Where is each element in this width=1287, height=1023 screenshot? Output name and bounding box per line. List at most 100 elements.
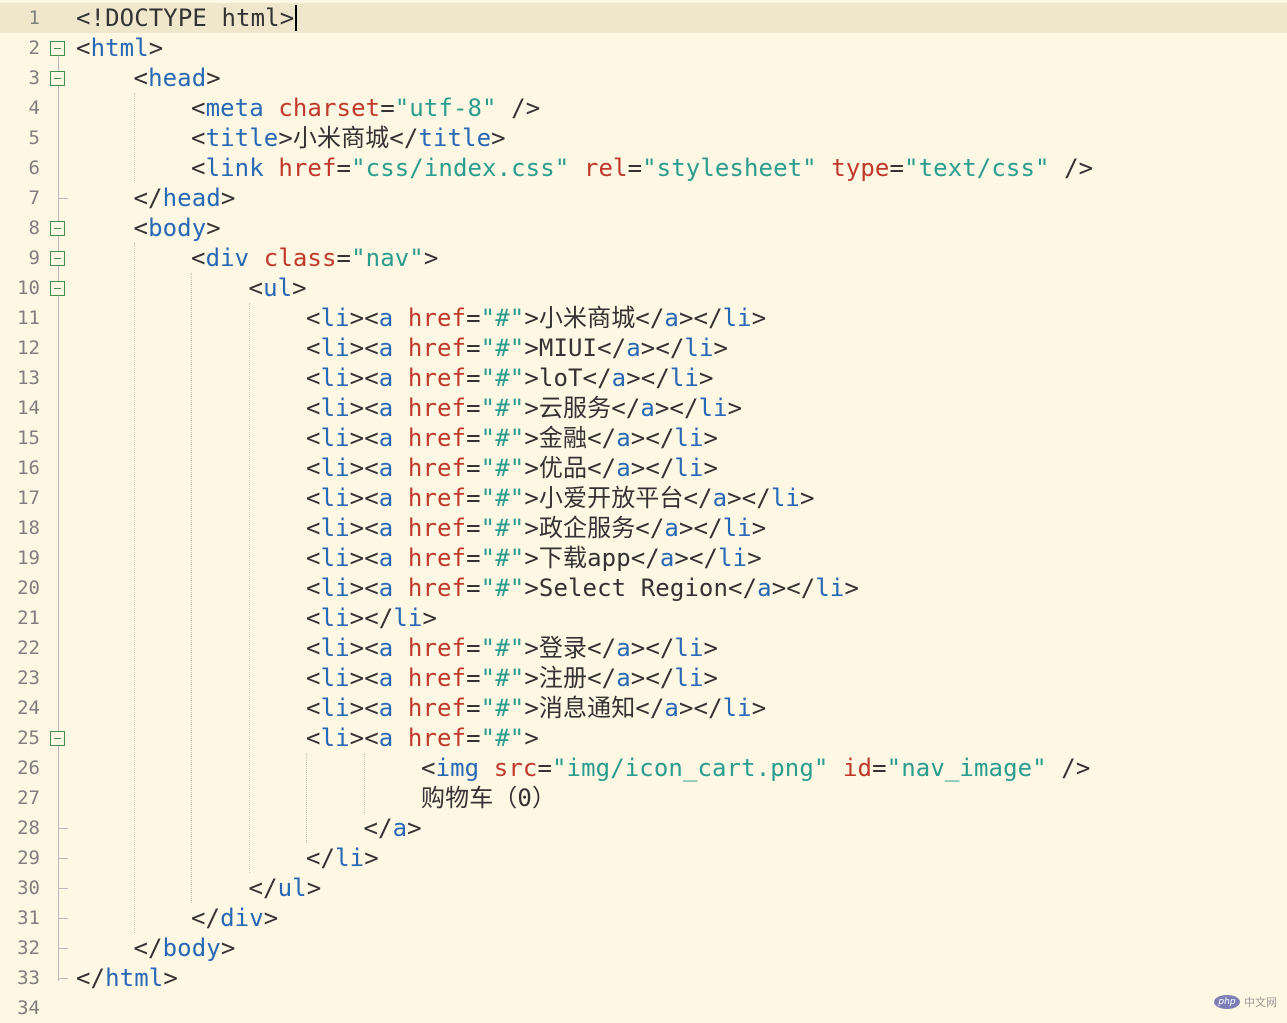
code-line[interactable]: 29 </li>	[0, 843, 1287, 873]
line-number: 7	[28, 187, 40, 209]
line-code: <li><a href="#">MIUI</a></li>	[306, 333, 728, 363]
code-line[interactable]: 28 </a>	[0, 813, 1287, 843]
code-token: </	[133, 934, 163, 962]
code-line[interactable]: 2 <html>	[0, 33, 1287, 63]
line-code: <li><a href="#">Select Region</a></li>	[306, 573, 859, 603]
code-token: li	[674, 424, 704, 452]
code-line[interactable]: 27 购物车（0）	[0, 783, 1287, 813]
line-code: <li><a href="#">小爱开放平台</a></li>	[306, 483, 815, 513]
code-token: =	[336, 154, 352, 182]
fold-collapse-icon[interactable]	[50, 71, 65, 86]
code-token: html	[105, 964, 164, 992]
code-line[interactable]: 25 <li><a href="#">	[0, 723, 1287, 753]
code-token: >	[844, 574, 860, 602]
code-line[interactable]: 1 <!DOCTYPE html>	[0, 3, 1287, 33]
code-line[interactable]: 26 <img src="img/icon_cart.png" id="nav_i…	[0, 753, 1287, 783]
line-code: <li><a href="#">下载app</a></li>	[306, 543, 762, 573]
code-token: "#"	[480, 484, 525, 512]
code-token: <	[306, 514, 321, 542]
code-line[interactable]: 19 <li><a href="#">下载app</a></li>	[0, 543, 1287, 573]
code-line[interactable]: 33 </html>	[0, 963, 1287, 993]
code-line[interactable]: 20 <li><a href="#">Select Region</a></li>	[0, 573, 1287, 603]
code-line[interactable]: 23 <li><a href="#">注册</a></li>	[0, 663, 1287, 693]
code-token: />	[1046, 754, 1091, 782]
line-code: <html>	[76, 33, 163, 63]
code-token: >	[703, 424, 719, 452]
code-token: 小米商城	[538, 304, 636, 332]
fold-collapse-icon[interactable]	[50, 281, 65, 296]
code-line[interactable]: 16 <li><a href="#">优品</a></li>	[0, 453, 1287, 483]
code-token: />	[1049, 154, 1094, 182]
code-token: ></	[349, 604, 394, 632]
code-token: "#"	[480, 574, 525, 602]
code-line[interactable]: 10 <ul>	[0, 273, 1287, 303]
code-token: =	[537, 754, 552, 782]
code-token: <	[306, 604, 321, 632]
line-code: <li><a href="#">登录</a></li>	[306, 633, 718, 663]
code-line[interactable]: 4 <meta charset="utf-8" />	[0, 93, 1287, 123]
line-code: <ul>	[249, 273, 307, 303]
fold-collapse-icon[interactable]	[50, 251, 65, 266]
code-line[interactable]: 32 </body>	[0, 933, 1287, 963]
code-line[interactable]: 7 </head>	[0, 183, 1287, 213]
code-token: ><	[349, 544, 379, 572]
code-line[interactable]: 5 <title>小米商城</title>	[0, 123, 1287, 153]
code-line[interactable]: 24 <li><a href="#">消息通知</a></li>	[0, 693, 1287, 723]
code-token: 优品	[538, 454, 588, 482]
code-token: >	[698, 364, 714, 392]
line-number: 25	[17, 727, 40, 749]
line-code: <img src="img/icon_cart.png" id="nav_ima…	[421, 753, 1090, 783]
line-code: </html>	[76, 963, 178, 993]
code-token: =	[466, 454, 481, 482]
code-token: ><	[349, 664, 379, 692]
code-token: li	[320, 664, 350, 692]
code-editor[interactable]: php 中文网 1 <!DOCTYPE html> 2 <html> 3 <head> 4 <…	[0, 0, 1287, 1019]
code-token: </	[587, 424, 617, 452]
code-token: href	[407, 694, 467, 722]
code-token: >	[263, 904, 279, 932]
fold-collapse-icon[interactable]	[50, 41, 65, 56]
fold-collapse-icon[interactable]	[50, 221, 65, 236]
code-line[interactable]: 18 <li><a href="#">政企服务</a></li>	[0, 513, 1287, 543]
code-token: a	[626, 334, 641, 362]
code-token: </	[76, 964, 106, 992]
code-line[interactable]: 21 <li></li>	[0, 603, 1287, 633]
code-line[interactable]: 9 <div class="nav">	[0, 243, 1287, 273]
code-token: a	[378, 424, 394, 452]
code-line[interactable]: 34	[0, 993, 1287, 1023]
code-token: 云服务	[538, 394, 612, 422]
code-token: li	[698, 394, 728, 422]
code-token: >	[524, 544, 539, 572]
code-line[interactable]: 13 <li><a href="#">loT</a></li>	[0, 363, 1287, 393]
code-line[interactable]: 31 </div>	[0, 903, 1287, 933]
code-line[interactable]: 11 <li><a href="#">小米商城</a></li>	[0, 303, 1287, 333]
code-line[interactable]: 22 <li><a href="#">登录</a></li>	[0, 633, 1287, 663]
code-token: ><	[349, 364, 379, 392]
code-token: 注册	[538, 664, 588, 692]
code-token: <	[248, 274, 264, 302]
code-line[interactable]: 15 <li><a href="#">金融</a></li>	[0, 423, 1287, 453]
fold-collapse-icon[interactable]	[50, 731, 65, 746]
code-token: "css/index.css"	[351, 154, 570, 182]
code-line[interactable]: 12 <li><a href="#">MIUI</a></li>	[0, 333, 1287, 363]
code-token: >	[423, 244, 439, 272]
code-line[interactable]: 14 <li><a href="#">云服务</a></li>	[0, 393, 1287, 423]
code-token: <	[306, 334, 321, 362]
code-line[interactable]: 17 <li><a href="#">小爱开放平台</a></li>	[0, 483, 1287, 513]
code-line[interactable]: 8 <body>	[0, 213, 1287, 243]
code-line[interactable]: 3 <head>	[0, 63, 1287, 93]
code-line[interactable]: 30 </ul>	[0, 873, 1287, 903]
code-token: >	[524, 454, 539, 482]
code-token: html	[90, 34, 149, 62]
fold-end-marker	[58, 978, 68, 979]
code-token: =	[466, 574, 481, 602]
code-token: />	[496, 94, 541, 122]
code-token: </	[587, 454, 617, 482]
code-token: href	[407, 484, 467, 512]
code-line[interactable]: 6 <link href="css/index.css" rel="stylesh…	[0, 153, 1287, 183]
code-token: <	[306, 484, 321, 512]
